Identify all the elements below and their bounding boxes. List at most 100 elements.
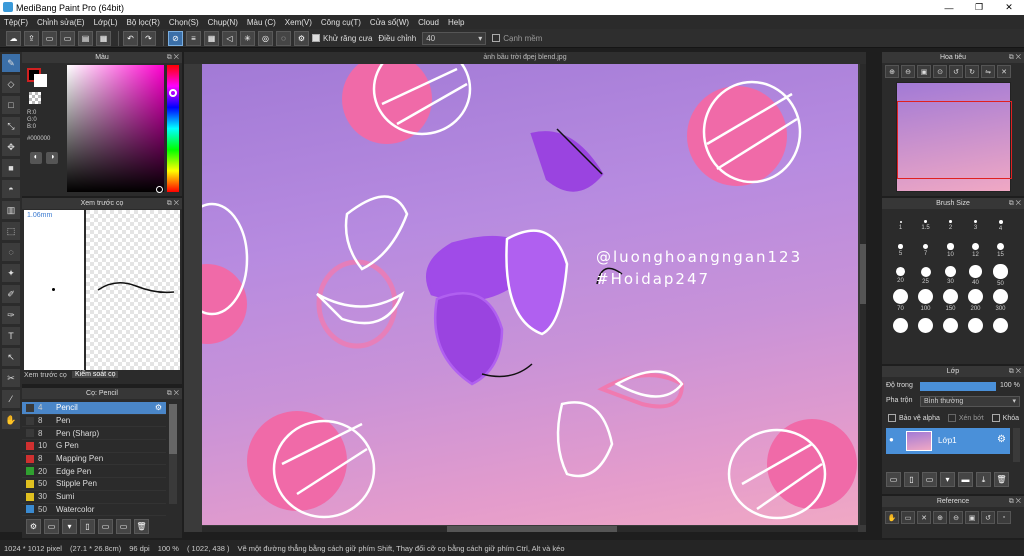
brush-size-cell[interactable]: 5 xyxy=(888,238,913,263)
vertical-scroll-thumb[interactable] xyxy=(860,244,866,304)
ref-reset-icon[interactable]: ↺ xyxy=(981,511,995,524)
cloud-icon[interactable]: ☁ xyxy=(6,30,21,46)
background-color-swatch[interactable] xyxy=(34,74,47,87)
upload-icon[interactable]: ⇪ xyxy=(24,30,39,46)
menu-help[interactable]: Help xyxy=(448,18,464,27)
brush-delete-icon[interactable]: 🗑 xyxy=(134,519,149,534)
tablet-icon[interactable]: ▭ xyxy=(60,30,75,46)
panel-close-icon[interactable]: ⧉ ✕ xyxy=(1009,366,1021,377)
parallel-snap-icon[interactable]: ≡ xyxy=(186,30,201,46)
menu-window[interactable]: Cửa sổ(W) xyxy=(370,18,409,27)
ref-open-icon[interactable]: ▭ xyxy=(901,511,915,524)
perspective-snap-icon[interactable]: ◁ xyxy=(222,30,237,46)
rotate-right-icon[interactable]: ↻ xyxy=(965,65,979,78)
brush-size-cell[interactable] xyxy=(938,313,963,338)
brush-size-cell[interactable] xyxy=(888,313,913,338)
ref-lock-icon[interactable]: ▫ xyxy=(997,511,1011,524)
hand-tool-icon[interactable]: ✋ xyxy=(2,411,20,429)
brush-size-cell[interactable]: 150 xyxy=(938,288,963,313)
horizontal-scrollbar[interactable] xyxy=(202,526,858,532)
menu-view[interactable]: Xem(V) xyxy=(285,18,312,27)
brush-size-cell[interactable]: 1.5 xyxy=(913,213,938,238)
merge-layer-icon[interactable]: ⤓ xyxy=(976,472,991,487)
minimize-button[interactable]: — xyxy=(934,0,964,15)
brush-row[interactable]: 20 Edge Pen xyxy=(22,465,166,479)
select-tool-icon[interactable]: ⬚ xyxy=(2,222,20,240)
brush-size-cell[interactable] xyxy=(913,313,938,338)
brush-size-cell[interactable]: 40 xyxy=(963,263,988,288)
brush-size-cell[interactable]: 50 xyxy=(988,263,1013,288)
brush-settings-icon[interactable]: ⚙ xyxy=(155,403,162,412)
adjust-select[interactable]: 40 ▾ xyxy=(422,31,487,45)
lock-checkbox[interactable] xyxy=(991,414,1000,422)
panel-close-icon[interactable]: ⧉ ✕ xyxy=(1009,52,1021,63)
opacity-slider[interactable] xyxy=(920,382,996,391)
maximize-button[interactable]: ❐ xyxy=(964,0,994,15)
brush-size-cell[interactable] xyxy=(988,313,1013,338)
navigator-viewport[interactable] xyxy=(897,101,1012,179)
brush-row[interactable]: 8 Pen xyxy=(22,415,166,428)
tab-brush-control[interactable]: Kiểm soát cọ xyxy=(72,371,119,378)
menu-tools[interactable]: Công cụ(T) xyxy=(321,18,361,27)
radial-snap-icon[interactable]: ✳ xyxy=(240,30,255,46)
rotate-left-icon[interactable]: ↺ xyxy=(949,65,963,78)
brush-tool-icon[interactable]: ✎ xyxy=(2,54,20,72)
brush-folder-icon[interactable]: ▭ xyxy=(98,519,113,534)
palette-icon[interactable]: ◐ xyxy=(30,152,42,164)
pages-icon[interactable]: ▤ xyxy=(78,30,93,46)
concentric-snap-icon[interactable]: ◎ xyxy=(258,30,273,46)
zoom-out-icon[interactable]: ⊖ xyxy=(901,65,915,78)
eye-icon[interactable]: ● xyxy=(889,435,894,444)
tab-brush-preview[interactable]: Xem trước cọ xyxy=(24,372,67,379)
clipping-checkbox[interactable] xyxy=(947,414,956,422)
grid-snap-icon[interactable]: ▦ xyxy=(204,30,219,46)
lasso-tool-icon[interactable]: ◌ xyxy=(2,243,20,261)
brush-row[interactable]: 50 Watercolor xyxy=(22,504,166,517)
brush-size-cell[interactable]: 200 xyxy=(963,288,988,313)
flip-icon[interactable]: ⇋ xyxy=(981,65,995,78)
picker-cursor[interactable] xyxy=(156,186,163,193)
brush-copy-icon[interactable]: ▭ xyxy=(44,519,59,534)
folder-icon[interactable]: ▬ xyxy=(958,472,973,487)
ref-close-icon[interactable]: ✕ xyxy=(917,511,931,524)
select-eraser-icon[interactable]: ✑ xyxy=(2,306,20,324)
zoom-in-icon[interactable]: ⊕ xyxy=(885,65,899,78)
layer-type-icon[interactable]: ▾ xyxy=(940,472,955,487)
rect-tool-icon[interactable]: ■ xyxy=(2,159,20,177)
ref-fit-icon[interactable]: ▣ xyxy=(965,511,979,524)
brush-row[interactable]: 50 Stipple Pen xyxy=(22,478,166,491)
copy-layer-icon[interactable]: ▯ xyxy=(904,472,919,487)
brush-size-cell[interactable] xyxy=(963,313,988,338)
brush-import-icon[interactable]: ▭ xyxy=(116,519,131,534)
move-tool-icon[interactable]: ✥ xyxy=(2,138,20,156)
gradient-tool-icon[interactable]: ▥ xyxy=(2,201,20,219)
new-layer-icon[interactable]: ▭ xyxy=(886,472,901,487)
panel-close-icon[interactable]: ⧉ ✕ xyxy=(167,388,179,399)
document-tab[interactable]: ảnh bầu trời đpej blend.jpg xyxy=(184,52,866,64)
text-tool-icon[interactable]: T xyxy=(2,327,20,345)
navigator-thumbnail[interactable] xyxy=(896,82,1012,192)
eraser-tool-icon[interactable]: ◇ xyxy=(2,75,20,93)
brush-add-icon[interactable]: ⚙ xyxy=(26,519,41,534)
operation-tool-icon[interactable]: ↖ xyxy=(2,348,20,366)
menu-edit[interactable]: Chỉnh sửa(E) xyxy=(37,18,85,27)
antialias-checkbox[interactable] xyxy=(312,34,320,42)
brush-size-cell[interactable]: 30 xyxy=(938,263,963,288)
curve-snap-icon[interactable]: ◌ xyxy=(276,30,291,46)
transparent-swatch[interactable] xyxy=(29,92,41,104)
brush-row[interactable]: 8 Pen (Sharp) xyxy=(22,427,166,441)
menu-snap[interactable]: Chụp(N) xyxy=(208,18,238,27)
brush-size-cell[interactable]: 2 xyxy=(938,213,963,238)
saturation-value-picker[interactable] xyxy=(67,65,164,192)
hue-cursor[interactable] xyxy=(169,89,177,97)
horizontal-scroll-thumb[interactable] xyxy=(447,526,617,532)
panel-close-icon[interactable]: ⧉ ✕ xyxy=(1009,496,1021,507)
comment-icon[interactable]: ▭ xyxy=(42,30,57,46)
menu-cloud[interactable]: Cloud xyxy=(418,18,439,27)
layer-scrollbar[interactable] xyxy=(1013,428,1020,462)
brush-size-cell[interactable]: 70 xyxy=(888,288,913,313)
grid-icon[interactable]: ▦ xyxy=(96,30,111,46)
ref-zoom-in-icon[interactable]: ⊕ xyxy=(933,511,947,524)
brush-file-icon[interactable]: ▯ xyxy=(80,519,95,534)
swap-color-icon[interactable]: ◑ xyxy=(46,152,58,164)
